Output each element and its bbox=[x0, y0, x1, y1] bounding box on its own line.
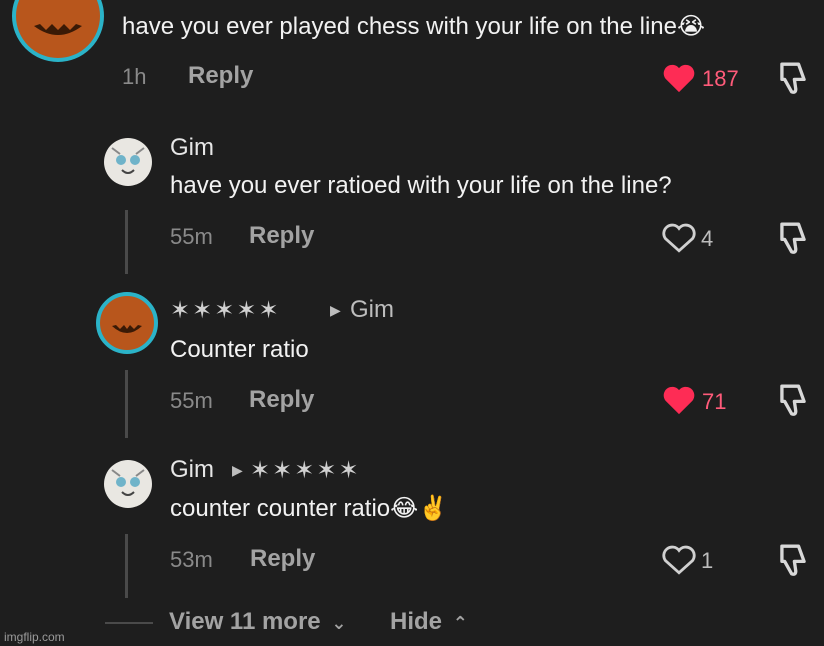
heart-icon[interactable] bbox=[662, 544, 696, 576]
heart-icon[interactable] bbox=[662, 384, 696, 416]
dislike-icon[interactable] bbox=[776, 60, 810, 96]
comment-text: have you ever ratioed with your life on … bbox=[170, 172, 672, 199]
hide-label: Hide bbox=[390, 608, 443, 635]
avatar[interactable] bbox=[104, 460, 152, 508]
watermark: imgflip.com bbox=[4, 630, 65, 644]
avatar[interactable] bbox=[12, 0, 104, 62]
heart-icon[interactable] bbox=[662, 222, 696, 254]
comment-author[interactable]: Gim bbox=[170, 134, 214, 162]
comment-time: 1h bbox=[122, 64, 147, 89]
dislike-icon[interactable] bbox=[776, 382, 810, 418]
dislike-icon[interactable] bbox=[776, 542, 810, 578]
thread-line bbox=[125, 534, 128, 598]
cat-face-icon bbox=[111, 147, 145, 174]
comment-time: 53m bbox=[170, 547, 213, 572]
view-more-label: View 11 more bbox=[169, 608, 321, 635]
view-more-button[interactable]: View 11 more ⌄ bbox=[169, 608, 346, 636]
comment-author[interactable]: Gim bbox=[170, 456, 214, 484]
like-count: 187 bbox=[702, 66, 739, 91]
reply-button[interactable]: Reply bbox=[249, 222, 314, 250]
dislike-icon[interactable] bbox=[776, 220, 810, 256]
comment-text: counter counter ratio😂✌️ bbox=[170, 495, 449, 522]
thread-line bbox=[125, 370, 128, 438]
comment-author[interactable]: ✶✶✶✶✶ bbox=[170, 296, 281, 325]
comment-time: 55m bbox=[170, 388, 213, 413]
avatar[interactable] bbox=[96, 292, 158, 354]
reply-to-author[interactable]: ✶✶✶✶✶ bbox=[250, 456, 361, 485]
chevron-down-icon: ⌄ bbox=[331, 613, 347, 633]
pumpkin-face-icon bbox=[34, 24, 82, 35]
reply-arrow-icon: ▶ bbox=[330, 302, 341, 318]
reply-button[interactable]: Reply bbox=[250, 545, 315, 573]
comment-time: 55m bbox=[170, 224, 213, 249]
comment-text: Counter ratio bbox=[170, 336, 309, 363]
pumpkin-face-icon bbox=[112, 325, 142, 333]
cat-face-icon bbox=[111, 469, 145, 496]
reply-to-author[interactable]: Gim bbox=[350, 296, 394, 324]
chevron-up-icon: ⌃ bbox=[452, 613, 468, 633]
reply-arrow-icon: ▶ bbox=[232, 462, 243, 478]
like-count: 1 bbox=[701, 548, 714, 573]
comment-text: have you ever played chess with your lif… bbox=[122, 13, 706, 40]
reply-button[interactable]: Reply bbox=[249, 386, 314, 414]
heart-icon[interactable] bbox=[662, 62, 696, 94]
like-count: 4 bbox=[701, 226, 714, 251]
divider bbox=[105, 622, 153, 624]
like-count: 71 bbox=[702, 389, 727, 414]
hide-button[interactable]: Hide ⌃ bbox=[390, 608, 468, 636]
avatar[interactable] bbox=[104, 138, 152, 186]
reply-button[interactable]: Reply bbox=[188, 62, 253, 90]
thread-line bbox=[125, 210, 128, 274]
